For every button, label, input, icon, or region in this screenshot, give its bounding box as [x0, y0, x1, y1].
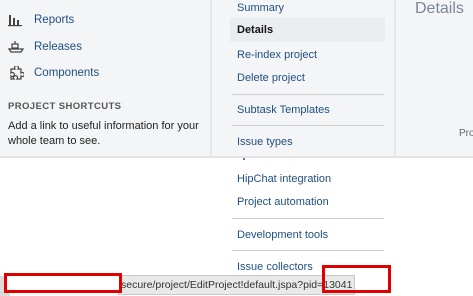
nav-divider: [232, 94, 384, 95]
nav-summary-link[interactable]: Summary: [237, 2, 284, 14]
nav-divider: [232, 250, 384, 251]
nav-details-link[interactable]: Details: [237, 24, 273, 36]
nav-hipchat-link[interactable]: HipChat integration: [237, 173, 331, 185]
sidebar-divider: [210, 0, 212, 157]
sidebar-item-label: Releases: [34, 41, 82, 53]
sidebar-item-label: Components: [34, 67, 100, 79]
status-bar-url: secure/project/EditProject!default.jspa?…: [118, 275, 356, 295]
components-icon: [8, 65, 26, 80]
nav-marker: [243, 158, 245, 160]
nav-divider: [232, 125, 384, 126]
highlight-box: [322, 265, 391, 293]
nav-dev-tools-link[interactable]: Development tools: [237, 229, 328, 241]
band-divider: [0, 156, 473, 158]
sidebar-item-components[interactable]: Components: [8, 64, 99, 82]
redaction-box: [4, 273, 122, 293]
nav-automation-link[interactable]: Project automation: [237, 196, 329, 208]
nav-subtask-templates-link[interactable]: Subtask Templates: [237, 104, 330, 116]
nav-reindex-link[interactable]: Re-index project: [237, 49, 317, 61]
nav-issue-collectors-link[interactable]: Issue collectors: [237, 261, 313, 273]
nav-issue-types-link[interactable]: Issue types: [237, 136, 293, 148]
sidebar-item-label: Reports: [34, 14, 75, 26]
nav-divider: [232, 218, 384, 219]
sidebar-item-releases[interactable]: Releases: [7, 38, 82, 56]
project-sidebar: Reports Releases Components PROJECT SHOR…: [0, 0, 210, 157]
content-text-fragment: Pro: [459, 128, 473, 139]
reports-icon: [8, 13, 26, 27]
sidebar-item-reports[interactable]: Reports: [8, 11, 74, 29]
nav-delete-link[interactable]: Delete project: [237, 72, 305, 84]
project-shortcuts-heading: PROJECT SHORTCUTS: [8, 101, 122, 112]
page-title: Details: [415, 0, 464, 17]
add-shortcut-link[interactable]: Add a link to useful information for you…: [8, 119, 203, 148]
releases-icon: [7, 40, 26, 54]
